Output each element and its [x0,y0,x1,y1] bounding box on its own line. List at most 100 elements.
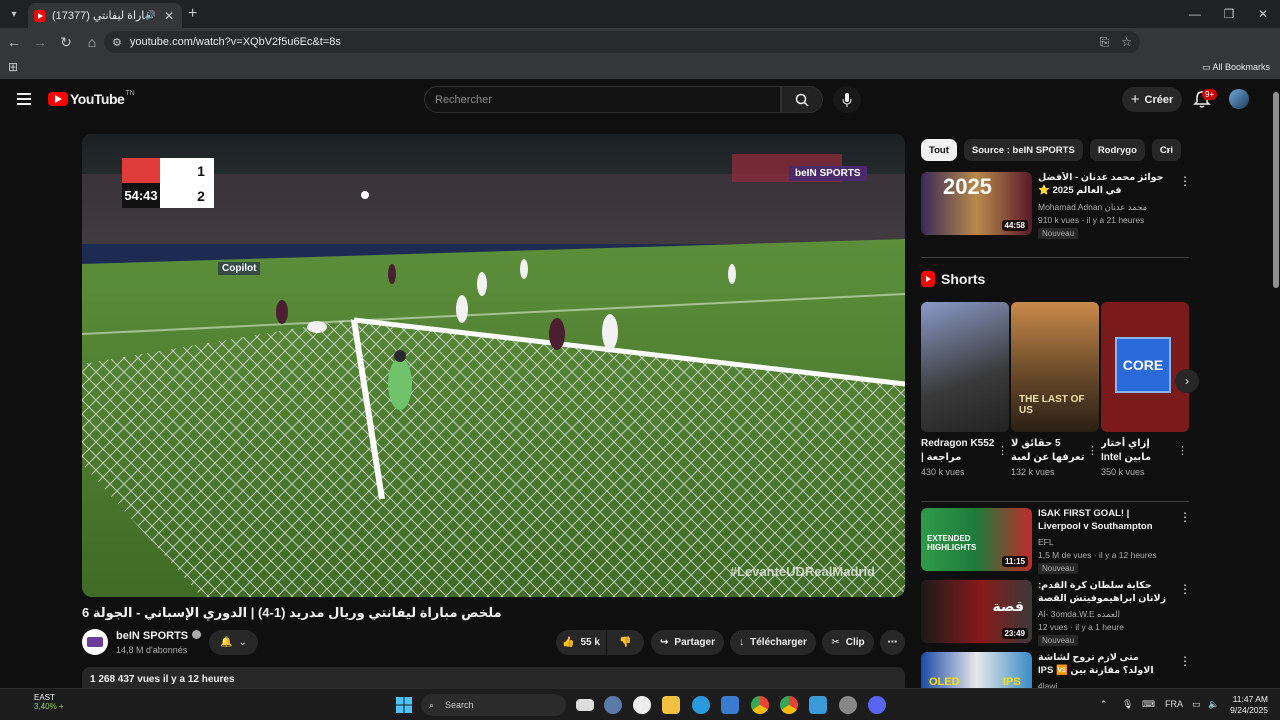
bookmark-star-icon[interactable]: ☆ [1121,35,1132,50]
short-item[interactable]: THE LAST OF US 5 حقائق لا تعرفها عن لعبة… [1011,302,1099,477]
chip-all[interactable]: Tout [921,139,957,161]
thumbnail-text: قصة [992,598,1024,614]
new-tab-icon[interactable]: + [188,5,197,23]
channel-name[interactable]: Al- 3omda.W.E العمده [1038,608,1120,621]
tab-close-icon[interactable]: ✕ [162,9,176,23]
video-thumbnail[interactable]: EXTENDED HIGHLIGHTS 11:15 [921,508,1032,571]
share-button[interactable]: ↪ Partager [651,630,724,655]
keyboard-icon[interactable]: ⌨ [1142,699,1155,710]
app-icon[interactable] [633,696,651,714]
recommended-video[interactable]: OLED IPS متى لازم تروح لشاشة الاولد؟ مقا… [921,652,1189,688]
app-icon[interactable] [839,696,857,714]
more-vertical-icon[interactable]: ⋮ [1179,174,1191,188]
window-close-icon[interactable]: ✕ [1246,0,1280,28]
shorts-next-button[interactable]: › [1175,369,1199,393]
chip-source[interactable]: Source : beIN SPORTS [963,139,1083,161]
youtube-logo[interactable]: YouTube TN [48,90,135,107]
video-thumbnail[interactable]: 2025 44:58 [921,172,1032,235]
short-thumbnail[interactable]: THE LAST OF US [1011,302,1099,432]
apps-grid-icon[interactable]: ⊞ [8,60,18,74]
menu-icon[interactable] [17,93,31,105]
user-avatar[interactable] [1229,89,1249,109]
search-button[interactable] [781,86,823,113]
install-app-icon[interactable]: ⎘ [1100,35,1110,50]
file-explorer-icon[interactable] [662,696,680,714]
all-bookmarks-button[interactable]: ▭ All Bookmarks [1202,62,1270,73]
video-thumbnail[interactable]: قصة 23:49 [921,580,1032,643]
discord-icon[interactable] [868,696,886,714]
language-indicator[interactable]: FRA [1165,699,1183,709]
photos-icon[interactable] [809,696,827,714]
taskbar-search[interactable]: ⌕ Search [421,694,566,716]
channel-name[interactable]: Mohamad Adnan محمد عدنان [1038,201,1147,214]
page-scrollbar[interactable] [1272,80,1280,688]
voice-search-button[interactable] [833,86,861,113]
more-vertical-icon[interactable]: ⋮ [997,444,1008,457]
chip-rodrygo[interactable]: Rodrygo [1089,139,1145,161]
video-thumbnail[interactable]: OLED IPS [921,652,1032,688]
speaker-icon[interactable]: 🔊 [145,10,156,21]
clip-button[interactable]: ✂ Clip [822,630,874,655]
short-item[interactable]: CORE إزاي أختار مابين Intel Core i... 35… [1101,302,1189,477]
recommended-video[interactable]: قصة 23:49 حكاية سلطان كرة القدم: زلاتان … [921,580,1191,646]
reload-icon[interactable]: ↻ [54,34,78,51]
tab-search-icon[interactable]: ▾ [4,4,24,24]
scrollbar-thumb[interactable] [1273,92,1279,288]
search-icon [795,93,809,107]
site-info-icon[interactable]: ⚙ [112,36,122,49]
video-player[interactable]: 1 54:43 2 beIN SPORTS Copilot #LevanteUD… [82,134,905,597]
store-icon[interactable] [721,696,739,714]
like-button[interactable]: 👍 55 k [556,630,606,655]
weather-widget[interactable]: EAST 3,40% + [18,693,64,711]
download-button[interactable]: ↓ Télécharger [730,630,816,655]
more-actions-button[interactable]: ⋯ [880,630,905,655]
tray-overflow-icon[interactable]: ⌃ [1100,699,1108,710]
short-views: 350 k vues [1101,467,1145,477]
more-vertical-icon[interactable]: ⋮ [1179,582,1191,596]
chevron-right-icon[interactable]: › [1166,143,1170,157]
browser-tab-active[interactable]: (17377) ملخص مباراة ليفانتي 🔊 ✕ [28,3,182,28]
channel-name[interactable]: beIN SPORTS [116,630,202,642]
address-bar[interactable]: ⚙ youtube.com/watch?v=XQbV2f5u6Ec&t=8s ⎘… [104,31,1140,53]
shorts-heading-label: Shorts [941,271,986,287]
forward-icon[interactable]: → [28,34,52,50]
home-icon[interactable]: ⌂ [80,34,104,50]
thumbs-down-icon: 👎 [619,637,632,648]
minimize-icon[interactable]: — [1178,0,1212,28]
short-thumbnail[interactable] [921,302,1009,432]
short-item[interactable]: Redragon K552 | مراجعة 430 k vues ⋮ [921,302,1009,477]
network-icon[interactable]: ▭ [1192,699,1201,710]
subscription-bell-button[interactable]: 🔔 ⌄ [209,630,258,655]
recommended-video[interactable]: 2025 44:58 جوائز محمد عدنان - الأفضل في … [921,172,1191,239]
section-divider [921,501,1189,502]
share-label: Partager [674,637,715,648]
chrome-icon[interactable] [751,696,769,714]
channel-name[interactable]: EFL [1038,536,1054,549]
system-clock[interactable]: 11:47 AM 9/24/2025 [1222,694,1268,716]
settings-icon[interactable] [604,696,622,714]
more-vertical-icon[interactable]: ⋮ [1177,444,1188,457]
dislike-button[interactable]: 👎 [607,630,644,655]
volume-icon[interactable]: 🔈 [1208,699,1219,710]
channel-name[interactable]: 4lawi [1038,680,1057,688]
new-badge: Nouveau [1038,635,1079,646]
filter-chips: Tout Source : beIN SPORTS Rodrygo Cri [921,139,1183,161]
create-button[interactable]: + Créer [1122,87,1182,112]
shorts-icon [921,271,935,287]
more-vertical-icon[interactable]: ⋮ [1179,510,1191,524]
url-text: youtube.com/watch?v=XQbV2f5u6Ec&t=8s [129,36,341,48]
video-meta: 910 k vues · il y a 21 heures [1038,215,1145,225]
edge-icon[interactable] [692,696,710,714]
more-vertical-icon[interactable]: ⋮ [1087,444,1098,457]
task-view-icon[interactable] [576,699,594,711]
windows-start-icon[interactable] [396,697,412,713]
search-input[interactable]: Rechercher [424,86,781,113]
microphone-tray-icon[interactable]: 🎙 [1122,699,1133,710]
short-thumbnail[interactable]: CORE [1101,302,1189,432]
chrome-profile-icon[interactable] [780,696,798,714]
more-vertical-icon[interactable]: ⋮ [1179,654,1189,668]
channel-avatar[interactable] [82,629,108,655]
restore-icon[interactable]: ❐ [1212,0,1246,28]
recommended-video[interactable]: EXTENDED HIGHLIGHTS 11:15 ISAK FIRST GOA… [921,508,1191,574]
back-icon[interactable]: ← [2,34,26,50]
